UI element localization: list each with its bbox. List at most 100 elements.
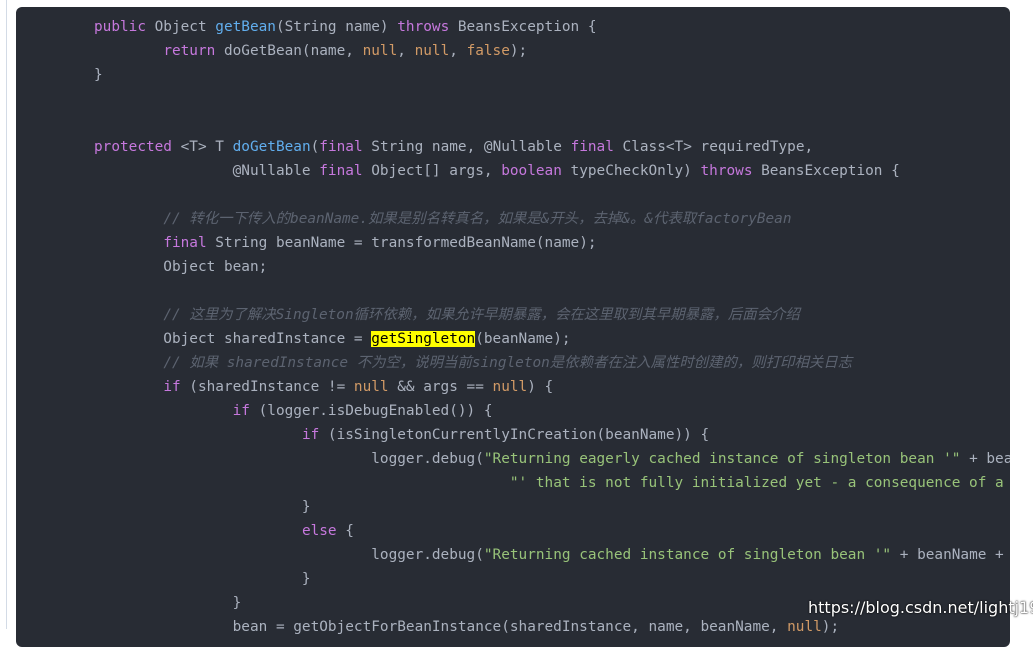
search-highlight: getSingleton xyxy=(371,331,476,347)
code-token: Object xyxy=(145,19,216,35)
code-token: (isSingletonCurrentlyInCreation(beanName… xyxy=(319,427,710,443)
code-line: if (isSingletonCurrentlyInCreation(beanN… xyxy=(94,423,1010,447)
code-token: doGetBean(name, xyxy=(215,43,363,59)
code-token: } xyxy=(94,595,242,611)
code-line: } xyxy=(94,495,1010,519)
keyword-token: if xyxy=(163,379,181,395)
keyword-token: throws xyxy=(700,163,753,179)
keyword-token: if xyxy=(232,403,250,419)
literal-token: null xyxy=(414,43,450,59)
string-token: "Returning eagerly cached instance of si… xyxy=(483,451,961,467)
code-line: Object bean; xyxy=(94,255,1010,279)
function-name-token: getBean xyxy=(215,19,276,35)
code-line: if (sharedInstance != null && args == nu… xyxy=(94,375,1010,399)
comment-token: // 转化一下传入的beanName.如果是别名转真名，如果是&开头，去掉&。&… xyxy=(163,211,792,227)
literal-token: null xyxy=(362,43,398,59)
code-token: ) { xyxy=(527,379,554,395)
code-line: bean = getObjectForBeanInstance(sharedIn… xyxy=(94,615,1010,639)
keyword-token: final xyxy=(163,235,207,251)
function-name-token: doGetBean xyxy=(232,139,311,155)
keyword-token: protected xyxy=(94,139,172,155)
code-token: BeansException { xyxy=(449,19,597,35)
literal-token: null xyxy=(353,379,389,395)
code-token: { xyxy=(336,523,354,539)
code-line: "' that is not fully initialized yet - a… xyxy=(94,471,1010,495)
code-line: // 如果 sharedInstance 不为空，说明当前singleton是依… xyxy=(94,351,1010,375)
code-token: } xyxy=(94,67,103,83)
code-token: , xyxy=(397,43,415,59)
code-token: logger.debug( xyxy=(94,547,484,563)
keyword-token: if xyxy=(301,427,320,443)
keyword-token: final xyxy=(319,139,363,155)
keyword-token: boolean xyxy=(501,163,562,179)
keyword-token: final xyxy=(570,139,614,155)
code-line: // 转化一下传入的beanName.如果是别名转真名，如果是&开头，去掉&。&… xyxy=(94,207,1010,231)
comment-token: // 如果 sharedInstance 不为空，说明当前singleton是依… xyxy=(163,355,853,371)
literal-token: false xyxy=(466,43,510,59)
code-line: public Object getBean(String name) throw… xyxy=(94,15,1010,39)
code-line: } xyxy=(94,63,1010,87)
code-block[interactable]: public Object getBean(String name) throw… xyxy=(16,7,1010,647)
code-token: } xyxy=(94,499,311,515)
code-line: else { xyxy=(94,519,1010,543)
code-token: + beanName + xyxy=(969,451,1010,467)
code-token: (sharedInstance != xyxy=(180,379,354,395)
code-line: return doGetBean(name, null, null, false… xyxy=(94,39,1010,63)
csdn-watermark: https://blog.csdn.net/lightj1996 xyxy=(808,598,1033,617)
code-line: } xyxy=(94,567,1010,591)
comment-token: // 这里为了解决Singleton循环依赖，如果允许早期暴露，会在这里取到其早… xyxy=(163,307,800,323)
code-token: String name, @Nullable xyxy=(362,139,571,155)
page-left-border xyxy=(6,0,7,629)
code-token: && args == xyxy=(388,379,493,395)
keyword-token: public xyxy=(94,19,146,35)
code-token: ( xyxy=(310,139,320,155)
code-token: Object bean; xyxy=(94,259,268,275)
code-line: final String beanName = transformedBeanN… xyxy=(94,231,1010,255)
code-token: typeCheckOnly) xyxy=(561,163,701,179)
keyword-token: final xyxy=(319,163,363,179)
code-token: logger.debug( xyxy=(94,451,484,467)
code-token: ); xyxy=(509,43,528,59)
code-token: Object sharedInstance = xyxy=(94,331,372,347)
code-token: (logger.isDebugEnabled()) { xyxy=(249,403,493,419)
keyword-token: return xyxy=(163,43,216,59)
code-token: String beanName = transformedBeanName(na… xyxy=(206,235,597,251)
code-line: logger.debug("Returning eagerly cached i… xyxy=(94,447,1010,471)
code-token: Class<T> requiredType, xyxy=(613,139,814,155)
literal-token: null xyxy=(492,379,528,395)
code-token: ); xyxy=(821,619,840,635)
code-line: logger.debug("Returning cached instance … xyxy=(94,543,1010,567)
code-token: (beanName); xyxy=(475,331,571,347)
string-token: "' that is not fully initialized yet - a… xyxy=(509,475,1004,491)
code-token: <T> T xyxy=(171,139,233,155)
code-token: Object[] args, xyxy=(362,163,502,179)
code-line: // 这里为了解决Singleton循环依赖，如果允许早期暴露，会在这里取到其早… xyxy=(94,303,1010,327)
keyword-token: throws xyxy=(397,19,450,35)
code-token: } xyxy=(94,571,311,587)
code-line: @Nullable final Object[] args, boolean t… xyxy=(94,159,1010,183)
keyword-token: else xyxy=(301,523,337,539)
code-line: protected <T> T doGetBean(final String n… xyxy=(94,135,1010,159)
code-token: @Nullable xyxy=(94,163,320,179)
code-token: + beanName + xyxy=(891,547,1010,563)
code-line: if (logger.isDebugEnabled()) { xyxy=(94,399,1010,423)
string-token: "Returning cached instance of singleton … xyxy=(483,547,892,563)
code-line: Object sharedInstance = getSingleton(bea… xyxy=(94,327,1010,351)
code-token: , xyxy=(449,43,467,59)
code-token: (String name) xyxy=(275,19,398,35)
code-token: bean = getObjectForBeanInstance(sharedIn… xyxy=(94,619,788,635)
